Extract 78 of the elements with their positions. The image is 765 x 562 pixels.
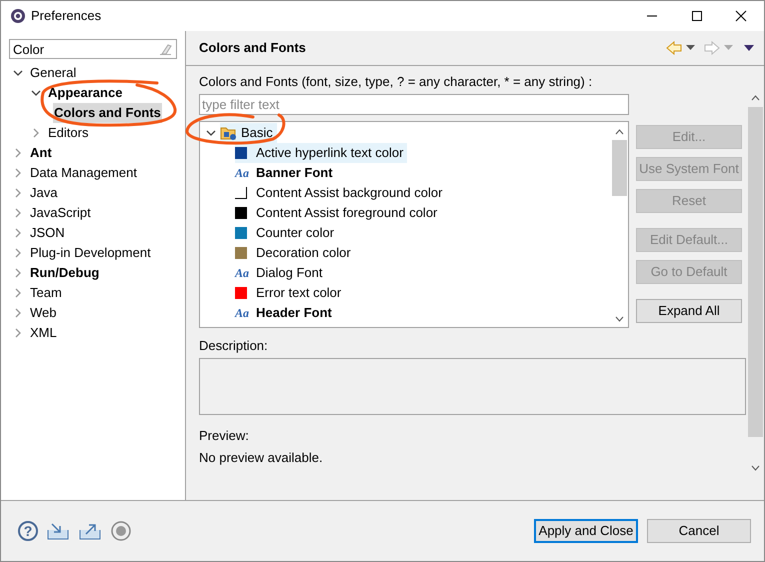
item-label: Active hyperlink text color xyxy=(256,144,404,162)
footer-button[interactable]: Cancel xyxy=(647,519,751,543)
tree-item[interactable]: Run/Debug xyxy=(29,263,100,283)
filter-label: Colors and Fonts (font, size, type, ? = any character, * = any string) : xyxy=(199,73,594,90)
tree-item[interactable]: Error text color xyxy=(235,283,346,303)
item-label: Counter color xyxy=(256,224,334,242)
scrollbar-thumb[interactable] xyxy=(612,140,627,196)
tree-item[interactable]: Web xyxy=(29,303,58,323)
font-glyph: Aa xyxy=(235,265,250,282)
expand-icon[interactable] xyxy=(13,168,23,178)
tree-item[interactable]: Active hyperlink text color xyxy=(235,143,408,163)
tree-item[interactable]: Plug-in Development xyxy=(29,243,152,263)
expand-icon[interactable] xyxy=(13,328,23,338)
tree-item[interactable]: Java xyxy=(29,183,58,203)
folder-icon xyxy=(220,125,238,141)
preview-label: Preview: xyxy=(199,427,250,442)
filter-field[interactable]: type filter text xyxy=(199,94,629,115)
import-icon[interactable] xyxy=(46,521,70,541)
description-label: Description: xyxy=(199,337,269,352)
record-icon[interactable] xyxy=(111,521,131,541)
scroll-down-icon[interactable] xyxy=(615,316,624,322)
tree-item[interactable]: Aa Header Font xyxy=(235,303,336,323)
tree-item[interactable]: Editors xyxy=(47,123,90,143)
clear-icon[interactable] xyxy=(158,43,172,55)
scroll-down-icon[interactable] xyxy=(751,465,760,471)
menu-icon[interactable] xyxy=(744,44,754,52)
expand-icon[interactable] xyxy=(13,148,23,158)
tree-item[interactable]: Aa Banner Font xyxy=(235,163,337,183)
scrollbar-thumb[interactable] xyxy=(748,107,763,437)
maximize-icon[interactable] xyxy=(691,10,703,22)
expand-icon[interactable] xyxy=(31,128,41,138)
tree-item[interactable]: JSON xyxy=(29,223,66,243)
tree-item[interactable]: Data Management xyxy=(29,163,138,183)
tree-item[interactable]: Content Assist background color xyxy=(235,183,446,203)
collapse-icon[interactable] xyxy=(206,128,216,138)
tree-item[interactable]: Counter color xyxy=(235,223,338,243)
search-field[interactable]: Color xyxy=(9,39,177,59)
expand-icon[interactable] xyxy=(13,208,23,218)
item-label: Banner Font xyxy=(256,164,333,182)
expand-icon[interactable] xyxy=(13,188,23,198)
expand-icon[interactable] xyxy=(13,268,23,278)
side-button[interactable]: Expand All xyxy=(636,299,742,323)
item-label: Decoration color xyxy=(256,244,351,262)
dropdown-icon[interactable] xyxy=(686,45,695,51)
preview-text: No preview available. xyxy=(199,449,324,467)
footer-button[interactable]: Apply and Close xyxy=(534,519,638,543)
page-title: Colors and Fonts xyxy=(199,39,306,58)
item-label: Error text color xyxy=(256,284,342,302)
item-label: Header Font xyxy=(256,304,332,322)
tree-item[interactable]: XML xyxy=(29,323,58,343)
tree-item[interactable]: Ant xyxy=(29,143,53,163)
window-title: Preferences xyxy=(31,7,102,26)
tree-item[interactable]: Content Assist foreground color xyxy=(235,203,442,223)
tree-item[interactable]: JavaScript xyxy=(29,203,92,223)
close-icon[interactable] xyxy=(735,10,747,22)
tree-item[interactable]: Decoration color xyxy=(235,243,355,263)
font-glyph: Aa xyxy=(235,165,250,182)
expand-icon[interactable] xyxy=(13,228,23,238)
item-label: Content Assist foreground color xyxy=(256,204,438,222)
scroll-up-icon[interactable] xyxy=(615,129,624,135)
tree-item[interactable]: Appearance xyxy=(47,83,124,103)
font-glyph: Aa xyxy=(235,305,250,322)
tree-item[interactable]: General xyxy=(29,63,78,83)
tree-item[interactable]: Team xyxy=(29,283,63,303)
help-button[interactable]: ? xyxy=(18,521,38,541)
expand-icon[interactable] xyxy=(13,288,23,298)
item-label: Content Assist background color xyxy=(256,184,442,202)
collapse-icon[interactable] xyxy=(31,88,41,98)
expand-icon[interactable] xyxy=(13,308,23,318)
scroll-up-icon[interactable] xyxy=(751,95,760,101)
collapse-icon[interactable] xyxy=(13,68,23,78)
item-label: Dialog Font xyxy=(256,264,322,282)
category-label: Basic xyxy=(241,124,273,142)
tree-item[interactable]: Aa Dialog Font xyxy=(235,263,326,283)
expand-icon[interactable] xyxy=(13,248,23,258)
tree-item[interactable]: Colors and Fonts xyxy=(53,103,162,123)
tree-category[interactable]: Basic xyxy=(220,123,277,143)
forward-arrow-icon[interactable] xyxy=(704,41,720,55)
